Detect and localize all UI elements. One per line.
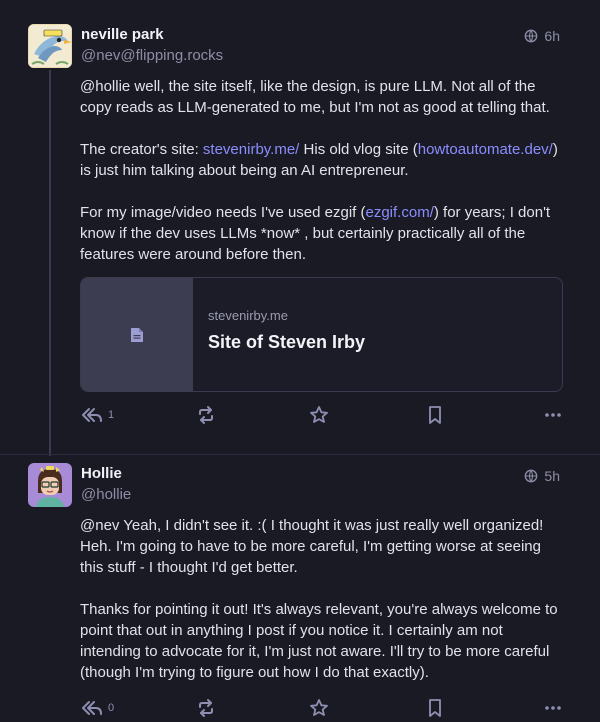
thread-connector-line: [49, 70, 51, 456]
text-span: Thanks for pointing it out! It's always …: [80, 601, 558, 681]
post-paragraph: Thanks for pointing it out! It's always …: [80, 599, 562, 683]
author-handle[interactable]: @nev@flipping.rocks: [81, 47, 223, 64]
more-button[interactable]: [544, 405, 562, 425]
post-paragraph: The creator's site: stevenirby.me/ His o…: [80, 139, 562, 181]
reply-all-icon: [82, 408, 102, 422]
post-paragraph: @hollie well, the site itself, like the …: [80, 76, 562, 118]
author-display-name[interactable]: neville park: [81, 26, 164, 43]
text-span: His old vlog site (: [299, 141, 418, 158]
reply-button[interactable]: 1: [80, 405, 114, 425]
avatar[interactable]: [28, 463, 72, 507]
globe-icon: [525, 29, 538, 43]
reply-count: 1: [108, 409, 115, 421]
post-content: @hollie well, the site itself, like the …: [80, 76, 562, 286]
link-stevenirby[interactable]: stevenirby.me/: [203, 141, 299, 158]
post-divider: [0, 454, 600, 455]
link-ezgif[interactable]: ezgif.com/: [366, 204, 434, 221]
favourite-button[interactable]: [309, 405, 329, 425]
avatar[interactable]: [28, 24, 72, 68]
bookmark-icon: [429, 699, 441, 717]
card-title: Site of Steven Irby: [208, 332, 366, 352]
text-span: @nev Yeah, I didn't see it. :( I thought…: [80, 517, 544, 576]
link-howtoautomate[interactable]: howtoautomate.dev/: [418, 141, 553, 158]
post-meta: 5h: [524, 468, 560, 484]
bookmark-button[interactable]: [425, 698, 445, 718]
link-preview-card[interactable]: stevenirby.me Site of Steven Irby: [80, 277, 563, 392]
more-button[interactable]: [544, 698, 562, 718]
post-timestamp[interactable]: 6h: [544, 28, 560, 44]
bookmark-icon: [429, 406, 441, 424]
post-paragraph: @nev Yeah, I didn't see it. :( I thought…: [80, 515, 562, 578]
author-display-name[interactable]: Hollie: [81, 465, 122, 482]
text-span: The creator's site:: [80, 141, 203, 158]
document-icon: [131, 327, 143, 342]
card-domain: stevenirby.me: [208, 308, 288, 323]
more-icon: [545, 413, 561, 417]
reply-button[interactable]: 0: [80, 698, 114, 718]
author-handle[interactable]: @hollie: [81, 486, 131, 503]
post-action-bar: 1: [80, 405, 562, 429]
post-action-bar: 0: [80, 698, 562, 722]
text-span: @hollie well, the site itself, like the …: [80, 78, 550, 116]
post-content: @nev Yeah, I didn't see it. :( I thought…: [80, 515, 562, 704]
globe-icon: [525, 469, 538, 483]
card-thumbnail: [81, 278, 193, 391]
boost-icon: [199, 699, 213, 717]
post-meta: 6h: [524, 28, 560, 44]
text-span: For my image/video needs I've used ezgif…: [80, 204, 366, 221]
favourite-button[interactable]: [309, 698, 329, 718]
post-paragraph: For my image/video needs I've used ezgif…: [80, 202, 562, 265]
post-timestamp[interactable]: 5h: [544, 468, 560, 484]
boost-button[interactable]: [196, 405, 216, 425]
reply-count: 0: [108, 702, 115, 714]
star-icon: [310, 406, 328, 423]
bookmark-button[interactable]: [425, 405, 445, 425]
boost-button[interactable]: [196, 698, 216, 718]
reply-all-icon: [82, 701, 102, 715]
star-icon: [310, 699, 328, 716]
more-icon: [545, 706, 561, 710]
boost-icon: [199, 406, 213, 424]
